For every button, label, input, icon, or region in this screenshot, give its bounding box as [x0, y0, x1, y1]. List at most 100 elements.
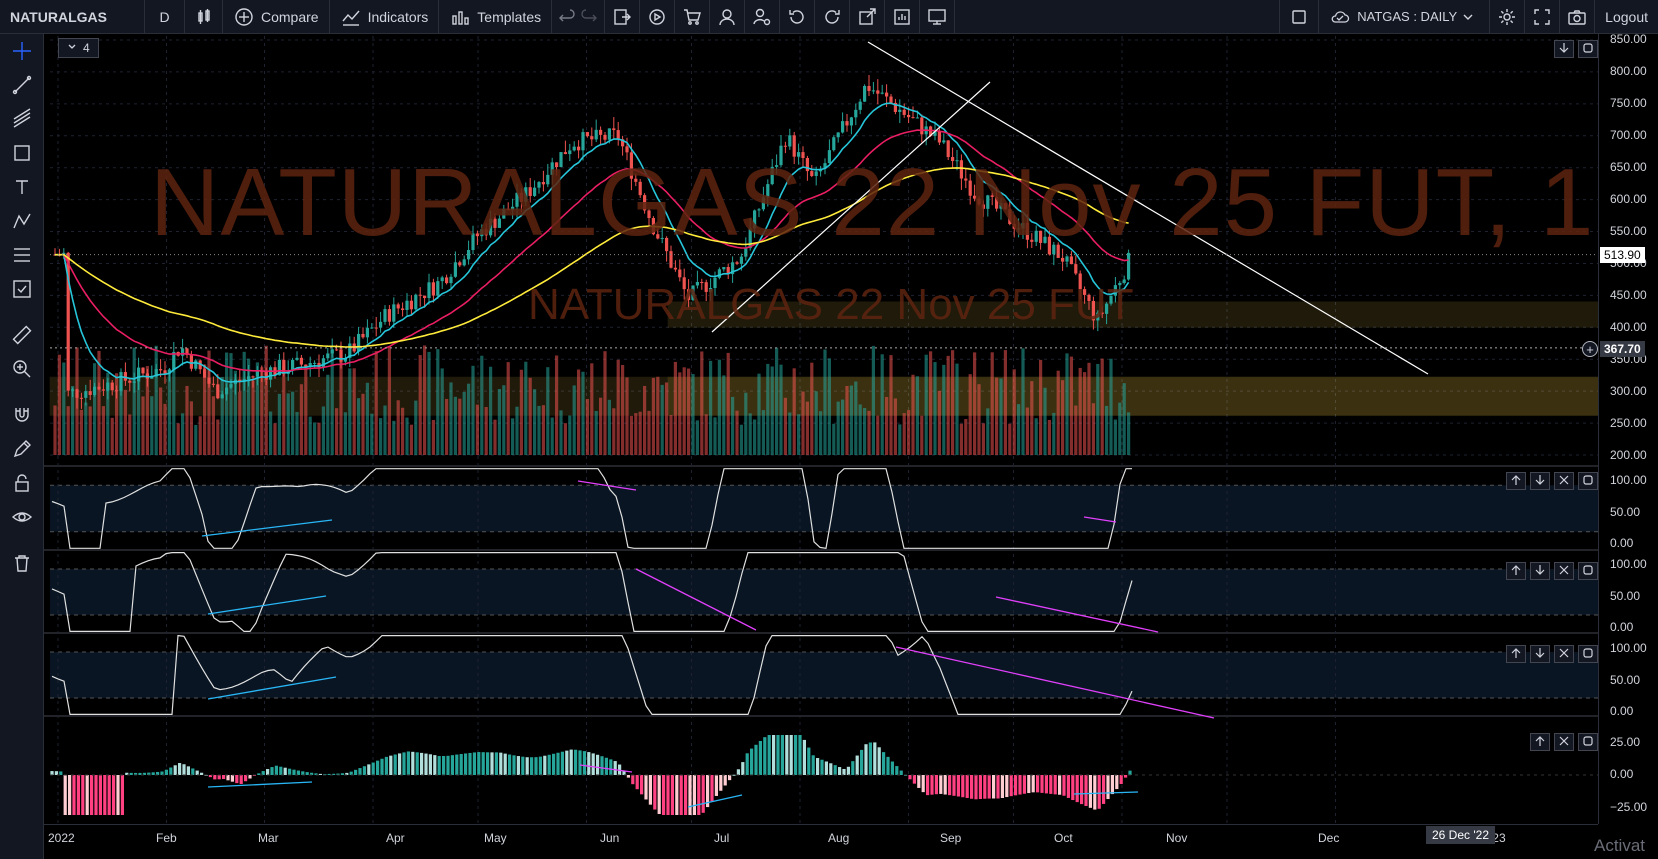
pane-move-up-button[interactable]: [1506, 472, 1526, 490]
rsi1-axis-label: 0.00: [1610, 536, 1634, 550]
volume-bar: [387, 346, 391, 455]
volume-bar: [295, 411, 299, 455]
redo-icon[interactable]: [578, 6, 600, 28]
macd-histogram-bar: [112, 775, 116, 815]
pane-move-down-button[interactable]: [1530, 472, 1550, 490]
macd-histogram-bar: [292, 769, 296, 775]
fullscreen-button[interactable]: [1525, 0, 1561, 34]
trading-button[interactable]: [675, 0, 711, 34]
interval-button[interactable]: D: [145, 0, 185, 34]
candle-body: [295, 357, 299, 360]
zoom-tool[interactable]: [8, 356, 36, 384]
settings-button[interactable]: [1490, 0, 1526, 34]
rectangle-tool[interactable]: [8, 140, 36, 168]
volume-bar: [550, 417, 554, 455]
macd-histogram-bar: [376, 760, 380, 775]
volume-bar: [594, 410, 598, 455]
templates-button[interactable]: Templates: [439, 0, 553, 34]
pattern-tool[interactable]: [8, 208, 36, 236]
candle-body: [735, 262, 739, 264]
indicators-button[interactable]: Indicators: [330, 0, 440, 34]
crosshair-tool[interactable]: [8, 38, 36, 66]
text-tool[interactable]: [8, 174, 36, 202]
volume-bar: [572, 385, 576, 455]
macd-histogram-bar: [926, 775, 930, 796]
lock-tool[interactable]: [8, 470, 36, 498]
price-axis-label: 850.00: [1610, 32, 1647, 46]
volume-bar: [647, 410, 651, 455]
volume-bar: [225, 352, 229, 455]
chart-canvas[interactable]: [0, 0, 1658, 859]
crosshair-price-tag: 367.70: [1600, 341, 1645, 357]
volume-bar: [761, 410, 765, 455]
candle-body: [436, 281, 440, 296]
pitchfork-tool[interactable]: [8, 106, 36, 134]
chart-type-button[interactable]: [185, 0, 223, 34]
screen-button[interactable]: [920, 0, 956, 34]
pane-move-up-button[interactable]: [1506, 562, 1526, 580]
macd-histogram-bar: [978, 775, 982, 799]
magnet-tool[interactable]: [8, 402, 36, 430]
volume-bar: [370, 413, 374, 455]
prediction-tool[interactable]: [8, 276, 36, 304]
candle-body: [321, 358, 325, 368]
export-button[interactable]: [605, 0, 641, 34]
pane-move-down-button[interactable]: [1530, 562, 1550, 580]
drawing-mode-tool[interactable]: [8, 436, 36, 464]
pane-maximize-button[interactable]: [1578, 562, 1598, 580]
volume-bar: [1118, 402, 1122, 455]
logout-button[interactable]: Logout: [1595, 0, 1658, 34]
account-button[interactable]: [710, 0, 746, 34]
fib-tool[interactable]: [8, 242, 36, 270]
replay-button[interactable]: [640, 0, 676, 34]
price-axis-label: 600.00: [1610, 192, 1647, 206]
time-axis[interactable]: 2022 Feb Mar Apr May Jun Jul Aug Sep Oct…: [44, 824, 1598, 859]
pane-maximize-button[interactable]: [1578, 40, 1598, 58]
visibility-tool[interactable]: [8, 504, 36, 532]
history-button[interactable]: [780, 0, 816, 34]
volume-bar: [1061, 380, 1065, 455]
macd-histogram-bar: [384, 756, 388, 775]
pane-collapse-button[interactable]: [1554, 40, 1574, 58]
volume-bar: [396, 400, 400, 455]
pane-move-up-button[interactable]: [1506, 645, 1526, 663]
layout-toggle[interactable]: [1279, 0, 1320, 34]
macd-histogram-bar: [107, 775, 111, 815]
volume-bar: [951, 350, 955, 455]
pane-close-button[interactable]: [1554, 733, 1574, 751]
candle-body: [128, 380, 132, 383]
legend-collapse-button[interactable]: 4: [58, 38, 99, 58]
macd-histogram-bar: [640, 775, 644, 795]
symbol-search[interactable]: NATURALGAS: [0, 0, 145, 34]
macd-histogram-bar: [868, 742, 872, 775]
snapshot-button[interactable]: [1560, 0, 1596, 34]
undo-icon[interactable]: [556, 6, 578, 28]
candle-body: [110, 382, 114, 391]
add-alert-button[interactable]: +: [1582, 341, 1598, 357]
trendline-tool[interactable]: [8, 72, 36, 100]
compare-button[interactable]: Compare: [223, 0, 330, 34]
monitor-icon: [926, 6, 948, 28]
user-settings-button[interactable]: [745, 0, 781, 34]
macd-histogram-bar: [829, 763, 833, 775]
macd-histogram-bar: [349, 771, 353, 775]
refresh-button[interactable]: [815, 0, 851, 34]
open-new-window-button[interactable]: [850, 0, 886, 34]
pane-move-down-button[interactable]: [1530, 645, 1550, 663]
pane-maximize-button[interactable]: [1578, 645, 1598, 663]
pane-maximize-button[interactable]: [1578, 472, 1598, 490]
pane-close-button[interactable]: [1554, 562, 1574, 580]
volume-bar: [867, 410, 871, 455]
watchlist-selector[interactable]: NATGAS : DAILY: [1319, 0, 1491, 34]
indicators-icon: [340, 6, 362, 28]
remove-drawings-tool[interactable]: [8, 550, 36, 578]
macd-histogram-bar: [890, 761, 894, 775]
macd-histogram-bar: [1005, 775, 1009, 798]
pane-move-up-button[interactable]: [1530, 733, 1550, 751]
chart-layout-button[interactable]: [885, 0, 921, 34]
time-axis-label: Oct: [1054, 831, 1073, 845]
pane-close-button[interactable]: [1554, 472, 1574, 490]
pane-close-button[interactable]: [1554, 645, 1574, 663]
pane-maximize-button[interactable]: [1578, 733, 1598, 751]
measure-tool[interactable]: [8, 322, 36, 350]
